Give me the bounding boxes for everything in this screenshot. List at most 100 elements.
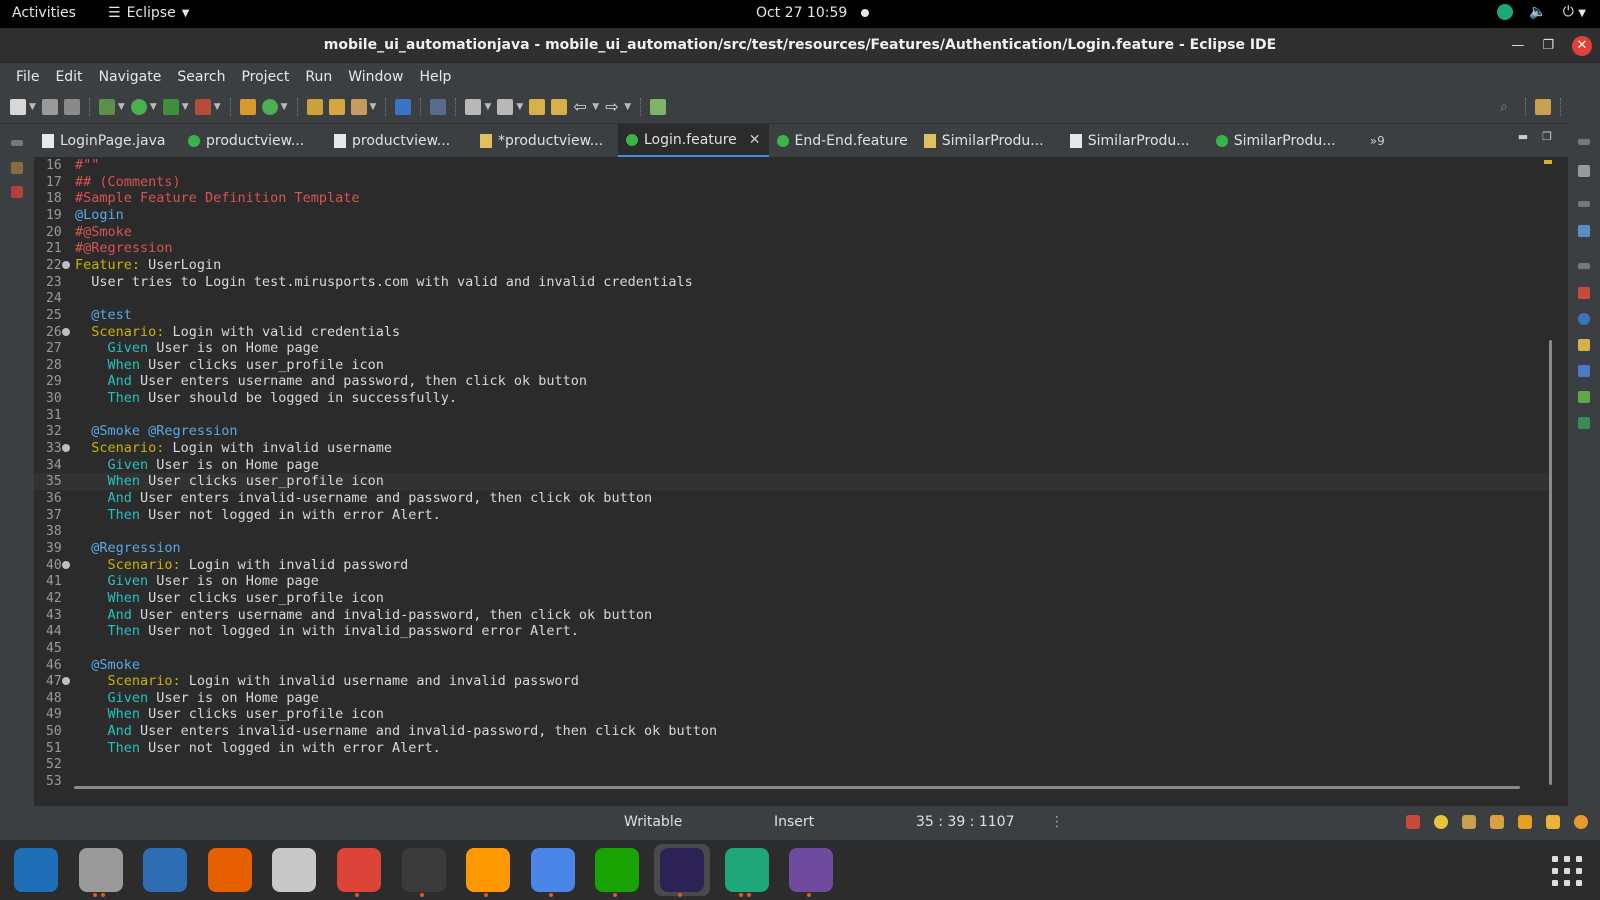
tab-productview-2[interactable]: productview... — [326, 124, 472, 157]
save-all-icon[interactable] — [63, 99, 80, 115]
libreoffice-calc-icon[interactable] — [595, 848, 640, 892]
save-icon[interactable] — [41, 99, 58, 115]
menu-file[interactable]: File — [8, 69, 47, 85]
problems-icon[interactable] — [1578, 287, 1590, 299]
progress-icon[interactable] — [1578, 391, 1590, 403]
tab-overflow-button[interactable]: »9 — [1370, 134, 1385, 148]
github-desktop-icon[interactable] — [789, 848, 834, 892]
xmind-tray-icon[interactable] — [1497, 4, 1514, 20]
open-perspective-icon[interactable] — [1535, 99, 1551, 115]
editor-line[interactable]: 47 Scenario: Login with invalid username… — [34, 673, 1550, 690]
back-dropdown-icon[interactable]: ▼ — [592, 102, 599, 112]
new-dropdown-icon[interactable]: ▼ — [29, 102, 36, 112]
editor-line[interactable]: 24 — [34, 290, 1550, 307]
forward-dropdown-icon[interactable]: ▼ — [624, 102, 631, 112]
firefox-icon[interactable] — [207, 848, 252, 892]
previous-annotation-dropdown-icon[interactable]: ▼ — [516, 102, 523, 112]
call-hierarchy-icon[interactable] — [1578, 417, 1590, 429]
status-insert-mode[interactable]: Insert — [774, 814, 814, 830]
editor-line[interactable]: 31 — [34, 407, 1550, 424]
vertical-scrollbar[interactable] — [1549, 340, 1552, 785]
editor-line[interactable]: 28 When User clicks user_profile icon — [34, 357, 1550, 374]
editor-line[interactable]: 25 @test — [34, 307, 1550, 324]
editor-line[interactable]: 43 And User enters username and invalid-… — [34, 607, 1550, 624]
search-tool-icon[interactable] — [350, 99, 367, 115]
close-window-icon[interactable]: ✕ — [1572, 35, 1592, 56]
last-edit-location-icon[interactable] — [529, 99, 546, 115]
editor-line[interactable]: 23 User tries to Login test.mirusports.c… — [34, 274, 1550, 291]
text-editor-icon[interactable] — [530, 848, 575, 892]
activities-button[interactable]: Activities — [12, 5, 76, 21]
menu-run[interactable]: Run — [297, 69, 340, 85]
image-viewer-icon[interactable] — [272, 848, 317, 892]
fold-toggle-icon[interactable] — [62, 560, 70, 569]
editor-line[interactable]: 40 Scenario: Login with invalid password — [34, 557, 1550, 574]
type-hierarchy-icon[interactable] — [11, 186, 23, 198]
status-menu-icon[interactable]: ⋮ — [1050, 814, 1064, 830]
files-icon[interactable] — [78, 848, 123, 892]
close-tab-icon[interactable]: ✕ — [749, 132, 761, 148]
editor-line[interactable]: 30 Then User should be logged in success… — [34, 390, 1550, 407]
toggle-editor-icon[interactable] — [395, 99, 412, 115]
editor-line[interactable]: 17 ## (Comments) — [34, 174, 1550, 191]
new-icon[interactable] — [10, 99, 26, 115]
task-list-icon[interactable] — [1578, 225, 1590, 237]
tab-login-feature[interactable]: Login.feature ✕ — [618, 124, 769, 157]
tab-end-end-feature[interactable]: End-End.feature — [769, 124, 916, 157]
editor-line[interactable]: 42 When User clicks user_profile icon — [34, 590, 1550, 607]
tip-bulb-icon[interactable] — [1434, 815, 1448, 829]
tab-loginpage-java[interactable]: LoginPage.java — [34, 124, 180, 157]
coverage-dropdown-icon[interactable]: ▼ — [182, 102, 189, 112]
editor-line[interactable]: 39 @Regression — [34, 540, 1550, 557]
previous-annotation-icon[interactable] — [497, 99, 514, 115]
editor-line[interactable]: 33 Scenario: Login with invalid username — [34, 440, 1550, 457]
editor-line[interactable]: 44 Then User not logged in with invalid_… — [34, 623, 1550, 640]
toggle-breadcrumb-icon[interactable] — [430, 99, 447, 115]
restore-view-icon[interactable] — [1578, 201, 1590, 207]
editor-line[interactable]: 19 @Login — [34, 207, 1550, 224]
editor-line[interactable]: 49 When User clicks user_profile icon — [34, 706, 1550, 723]
show-applications-icon[interactable] — [1552, 856, 1582, 886]
external-tools-dropdown-icon[interactable]: ▼ — [214, 102, 221, 112]
pin-editor-icon[interactable] — [650, 99, 667, 115]
run-dropdown-icon[interactable]: ▼ — [150, 102, 157, 112]
undo-icon[interactable] — [1462, 815, 1476, 829]
clock-button[interactable]: Oct 27 10:59 — [756, 5, 870, 21]
app-menu-button[interactable]: ☰ Eclipse ▼ — [108, 5, 189, 21]
forward-arrow-icon[interactable]: ⇨ — [605, 99, 621, 115]
console-icon[interactable] — [1578, 365, 1590, 377]
editor-line[interactable]: 35 When User clicks user_profile icon — [34, 473, 1550, 491]
maximize-icon[interactable]: ❐ — [1542, 28, 1554, 63]
next-annotation-icon[interactable] — [465, 99, 482, 115]
editor-line[interactable]: 51 Then User not logged in with error Al… — [34, 740, 1550, 757]
outline-icon[interactable] — [1578, 165, 1590, 177]
editor-line[interactable]: 32 @Smoke @Regression — [34, 423, 1550, 440]
xmind-icon[interactable] — [724, 848, 769, 892]
editor-line[interactable]: 38 — [34, 523, 1550, 540]
open-task-icon[interactable] — [328, 99, 345, 115]
minimize-icon[interactable]: — — [1511, 28, 1524, 63]
fold-toggle-icon[interactable] — [62, 327, 70, 336]
editor-line[interactable]: 16 #"" — [34, 157, 1550, 174]
editor-line[interactable]: 22 Feature: UserLogin — [34, 257, 1550, 274]
restore-view-icon[interactable] — [1578, 139, 1590, 145]
editor-line[interactable]: 41 Given User is on Home page — [34, 573, 1550, 590]
forward-edit-icon[interactable] — [551, 99, 568, 115]
book-icon[interactable] — [1490, 815, 1504, 829]
coverage-icon[interactable] — [162, 99, 179, 115]
editor-line[interactable]: 36 And User enters invalid-username and … — [34, 490, 1550, 507]
editor-line[interactable]: 45 — [34, 640, 1550, 657]
debug-dropdown-icon[interactable]: ▼ — [118, 102, 125, 112]
feature-editor[interactable]: 16 #"" 17 ## (Comments) 18 #Sample Feature De… — [34, 157, 1554, 805]
eclipse-icon[interactable] — [660, 848, 704, 892]
power-icon[interactable]: ⏻ ▼ — [1563, 4, 1586, 20]
search-icon[interactable]: ⌕ — [1500, 99, 1516, 115]
menu-navigate[interactable]: Navigate — [91, 69, 170, 85]
horizontal-scrollbar[interactable] — [74, 786, 1520, 789]
editor-line[interactable]: 26 Scenario: Login with valid credential… — [34, 324, 1550, 341]
open-type-icon[interactable] — [306, 99, 323, 115]
minimize-editor-icon[interactable]: ▬ — [1518, 130, 1528, 143]
external-tools-icon[interactable] — [194, 99, 211, 115]
tab-productview-1[interactable]: productview... — [180, 124, 326, 157]
restore-view-icon[interactable] — [11, 140, 23, 146]
